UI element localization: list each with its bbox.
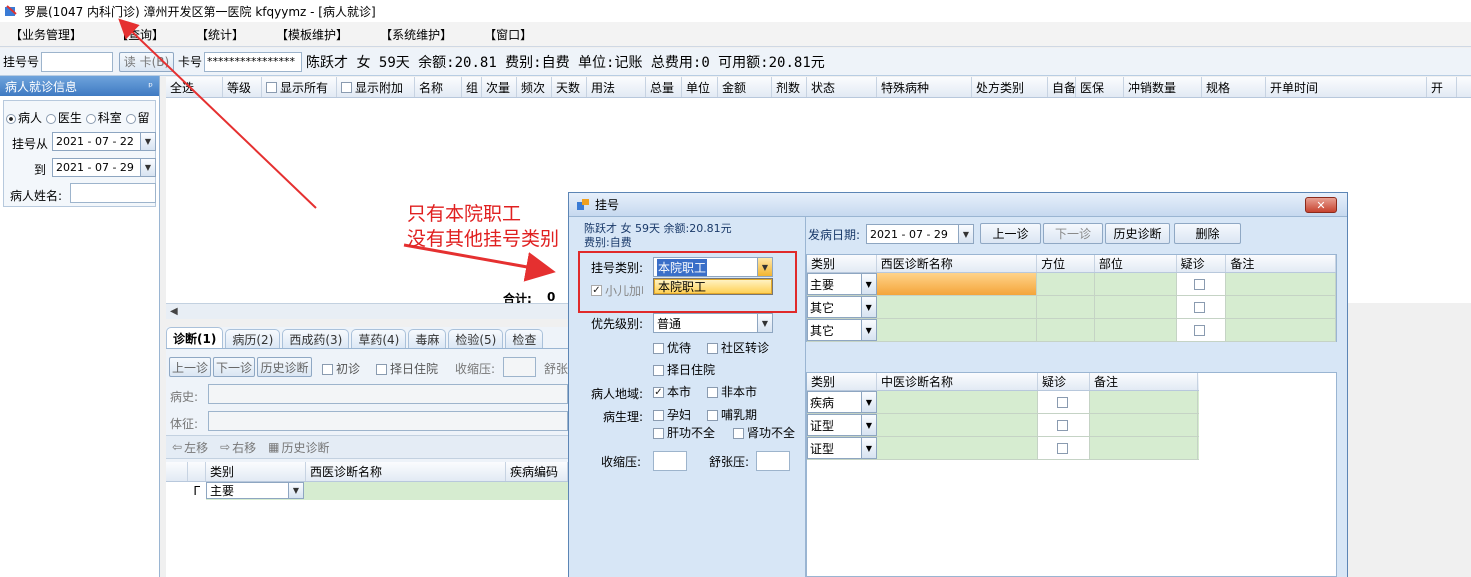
arrow-to-menu bbox=[118, 18, 317, 209]
annotation-line1: 只有本院职工 bbox=[407, 203, 522, 225]
annotation-line2: 没有其他挂号类别 bbox=[407, 228, 560, 250]
annotation-arrows bbox=[118, 18, 556, 282]
